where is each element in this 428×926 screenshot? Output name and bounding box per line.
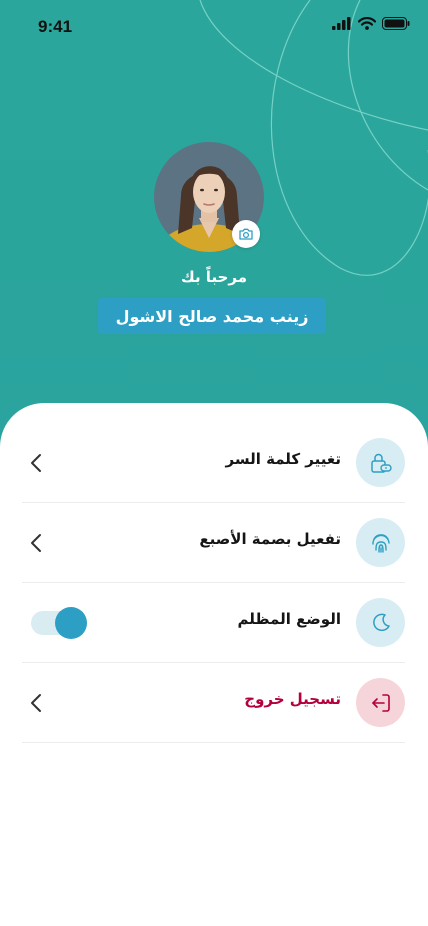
- user-name: زينب محمد صالح الاشول: [98, 298, 326, 334]
- settings-screen: 9:41 مرحباً بك زينب محمد صالح الاشول تغي…: [0, 0, 428, 926]
- profile-header: 9:41 مرحباً بك زينب محمد صالح الاشول: [0, 0, 428, 460]
- logout-icon: [371, 693, 390, 712]
- dark-mode-item: الوضع المظلم: [22, 582, 405, 663]
- fingerprint-item[interactable]: تفعيل بصمة الأصبع: [22, 502, 405, 583]
- fingerprint-icon: [371, 533, 390, 553]
- menu-label: تغيير كلمة السر: [225, 450, 342, 468]
- change-password-item[interactable]: تغيير كلمة السر: [22, 422, 405, 503]
- menu-icon-badge: [356, 518, 405, 567]
- menu-label: تفعيل بصمة الأصبع: [199, 530, 341, 548]
- camera-icon: [239, 228, 253, 240]
- avatar-container: [154, 142, 264, 252]
- battery-icon: [382, 17, 410, 30]
- status-icons: [332, 17, 410, 30]
- dark-mode-toggle[interactable]: [31, 607, 87, 639]
- menu-icon-badge: [356, 598, 405, 647]
- change-photo-button[interactable]: [232, 220, 260, 248]
- chevron-left-icon: [31, 534, 41, 552]
- welcome-text: مرحباً بك: [180, 268, 247, 286]
- menu-icon-badge: [356, 678, 405, 727]
- moon-icon: [372, 613, 390, 631]
- toggle-knob[interactable]: [55, 607, 87, 639]
- clock: 9:41: [38, 17, 73, 36]
- settings-sheet: تغيير كلمة السر تفعيل بصمة الأصبع الوضع …: [0, 403, 428, 926]
- signal-icon: [332, 17, 351, 30]
- chevron-left-icon: [31, 694, 41, 712]
- menu-label: الوضع المظلم: [237, 610, 341, 628]
- chevron-left-icon: [31, 454, 41, 472]
- wifi-icon: [358, 17, 376, 30]
- status-bar: 9:41: [0, 0, 428, 54]
- menu-icon-badge: [356, 438, 405, 487]
- lock-icon: [370, 453, 392, 473]
- menu-label: تسجيل خروج: [244, 690, 341, 708]
- logout-item[interactable]: تسجيل خروج: [22, 662, 405, 743]
